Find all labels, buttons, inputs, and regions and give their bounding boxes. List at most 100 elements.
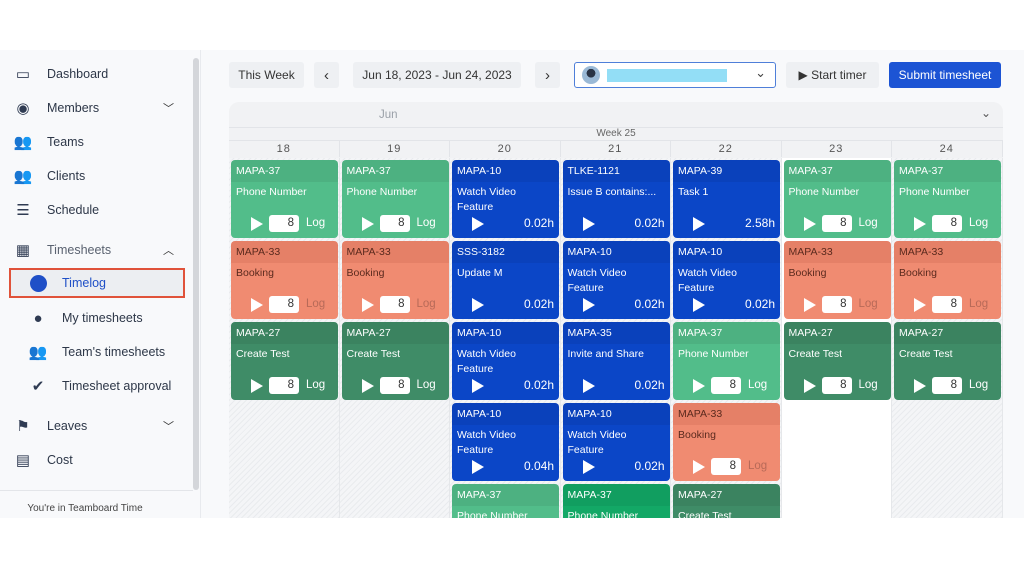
sidebar-item-timelog[interactable]: Timelog xyxy=(9,268,185,298)
log-button[interactable]: Log xyxy=(969,217,988,229)
play-icon[interactable] xyxy=(914,217,926,231)
time-entry-card[interactable]: MAPA-10 Watch Video Feature 0.02h xyxy=(673,241,780,319)
log-button[interactable]: Log xyxy=(417,217,436,229)
sidebar-item-timesheet-approval[interactable]: ✔ Timesheet approval xyxy=(0,371,190,401)
hours-input[interactable]: 8 xyxy=(269,215,299,232)
log-button[interactable]: Log xyxy=(748,379,767,391)
log-button[interactable]: Log xyxy=(969,379,988,391)
play-icon[interactable] xyxy=(582,460,595,474)
log-button[interactable]: Log xyxy=(859,217,878,229)
play-icon[interactable] xyxy=(472,217,484,231)
time-entry-card[interactable]: MAPA-37 Phone Number 8 Log xyxy=(231,160,338,238)
play-icon[interactable] xyxy=(582,298,595,312)
play-icon[interactable] xyxy=(472,379,484,393)
time-entry-card[interactable]: MAPA-33 Booking 8 Log xyxy=(231,241,338,319)
time-entry-card[interactable]: MAPA-37 Phone Number 8 Log xyxy=(341,160,449,238)
chevron-up-icon[interactable]: ︿ xyxy=(163,242,174,258)
time-entry-card[interactable]: MAPA-33 Booking 8 Log xyxy=(894,241,1001,319)
time-entry-card[interactable]: MAPA-33 Booking 8 Log xyxy=(341,241,449,319)
log-button[interactable]: Log xyxy=(306,298,325,310)
time-entry-card[interactable]: MAPA-27 Create Test 8 Log xyxy=(231,322,338,400)
sidebar-item-dashboard[interactable]: ▭ Dashboard xyxy=(0,59,190,89)
hours-input[interactable]: 8 xyxy=(821,215,852,232)
time-entry-card[interactable]: MAPA-27 Create Test 8 Log xyxy=(783,322,891,400)
hours-input[interactable]: 8 xyxy=(821,377,852,394)
time-entry-card[interactable]: MAPA-27 Create Test xyxy=(673,484,780,518)
hours-input[interactable]: 8 xyxy=(932,377,962,394)
collapse-chevron-icon[interactable]: ⌄ xyxy=(981,106,991,120)
log-button[interactable]: Log xyxy=(859,379,878,391)
time-entry-card[interactable]: MAPA-27 Create Test 8 Log xyxy=(341,322,449,400)
log-button[interactable]: Log xyxy=(748,460,767,472)
time-entry-card[interactable]: MAPA-37 Phone Number 8 Log xyxy=(783,160,891,238)
sidebar-scrollbar[interactable] xyxy=(193,58,199,490)
play-icon[interactable] xyxy=(693,298,705,312)
next-week-button[interactable]: › xyxy=(535,62,560,88)
chevron-down-icon[interactable]: ﹀ xyxy=(163,100,174,116)
time-entry-card[interactable]: MAPA-37 Phone Number xyxy=(562,484,670,518)
play-icon[interactable] xyxy=(251,298,263,312)
play-icon[interactable] xyxy=(251,379,263,393)
user-select[interactable]: ⌄ xyxy=(574,62,776,88)
time-entry-card[interactable]: MAPA-10 Watch Video Feature 0.04h xyxy=(452,403,559,481)
play-icon[interactable] xyxy=(803,298,816,312)
sidebar-item-timesheets[interactable]: ▦ Timesheets ︿ xyxy=(0,235,190,265)
hours-input[interactable]: 8 xyxy=(711,377,741,394)
date-range-button[interactable]: Jun 18, 2023 - Jun 24, 2023 xyxy=(353,62,521,88)
hours-input[interactable]: 8 xyxy=(379,377,410,394)
hours-input[interactable]: 8 xyxy=(269,296,299,313)
time-entry-card[interactable]: MAPA-37 Phone Number 8 Log xyxy=(894,160,1001,238)
time-entry-card[interactable]: MAPA-37 Phone Number xyxy=(452,484,559,518)
play-icon[interactable] xyxy=(914,298,926,312)
time-entry-card[interactable]: MAPA-10 Watch Video Feature 0.02h xyxy=(452,322,559,400)
play-icon[interactable] xyxy=(361,298,374,312)
play-icon[interactable] xyxy=(472,460,484,474)
log-button[interactable]: Log xyxy=(306,217,325,229)
chevron-down-icon[interactable]: ﹀ xyxy=(163,418,174,434)
time-entry-card[interactable]: MAPA-37 Phone Number 8 Log xyxy=(673,322,780,400)
time-entry-card[interactable]: MAPA-27 Create Test 8 Log xyxy=(894,322,1001,400)
prev-week-button[interactable]: ‹ xyxy=(314,62,339,88)
hours-input[interactable]: 8 xyxy=(379,296,410,313)
sidebar-item-team-s-timesheets[interactable]: 👥 Team's timesheets xyxy=(0,337,190,367)
play-icon[interactable] xyxy=(693,379,705,393)
time-entry-card[interactable]: TLKE-1121 Issue B contains:... 0.02h xyxy=(562,160,670,238)
time-entry-card[interactable]: MAPA-10 Watch Video Feature 0.02h xyxy=(452,160,559,238)
sidebar-item-clients[interactable]: 👥 Clients xyxy=(0,161,190,191)
hours-input[interactable]: 8 xyxy=(821,296,852,313)
time-entry-card[interactable]: MAPA-33 Booking 8 Log xyxy=(783,241,891,319)
hours-input[interactable]: 8 xyxy=(932,215,962,232)
play-icon[interactable] xyxy=(693,460,705,474)
start-timer-button[interactable]: ▶ Start timer xyxy=(786,62,879,88)
sidebar-item-members[interactable]: ◉ Members ﹀ xyxy=(0,93,190,123)
time-entry-card[interactable]: MAPA-35 Invite and Share 0.02h xyxy=(562,322,670,400)
play-icon[interactable] xyxy=(914,379,926,393)
time-entry-card[interactable]: MAPA-10 Watch Video Feature 0.02h xyxy=(562,241,670,319)
submit-timesheet-button[interactable]: Submit timesheet xyxy=(889,62,1001,88)
hours-input[interactable]: 8 xyxy=(379,215,410,232)
sidebar-item-leaves[interactable]: ⚑ Leaves ﹀ xyxy=(0,411,190,441)
play-icon[interactable] xyxy=(582,379,595,393)
time-entry-card[interactable]: MAPA-33 Booking 8 Log xyxy=(673,403,780,481)
sidebar-item-cost[interactable]: ▤ Cost xyxy=(0,445,190,475)
sidebar-item-my-timesheets[interactable]: ● My timesheets xyxy=(0,303,190,333)
time-entry-card[interactable]: MAPA-39 Task 1 2.58h xyxy=(673,160,780,238)
play-icon[interactable] xyxy=(361,217,374,231)
log-button[interactable]: Log xyxy=(306,379,325,391)
play-icon[interactable] xyxy=(803,379,816,393)
log-button[interactable]: Log xyxy=(417,379,436,391)
this-week-button[interactable]: This Week xyxy=(229,62,304,88)
hours-input[interactable]: 8 xyxy=(269,377,299,394)
sidebar-item-teams[interactable]: 👥 Teams xyxy=(0,127,190,157)
play-icon[interactable] xyxy=(361,379,374,393)
sidebar-item-schedule[interactable]: ☰ Schedule xyxy=(0,195,190,225)
play-icon[interactable] xyxy=(693,217,705,231)
play-icon[interactable] xyxy=(582,217,595,231)
play-icon[interactable] xyxy=(251,217,263,231)
log-button[interactable]: Log xyxy=(969,298,988,310)
time-entry-card[interactable]: SSS-3182 Update M 0.02h xyxy=(452,241,559,319)
hours-input[interactable]: 8 xyxy=(932,296,962,313)
play-icon[interactable] xyxy=(803,217,816,231)
log-button[interactable]: Log xyxy=(417,298,436,310)
log-button[interactable]: Log xyxy=(859,298,878,310)
